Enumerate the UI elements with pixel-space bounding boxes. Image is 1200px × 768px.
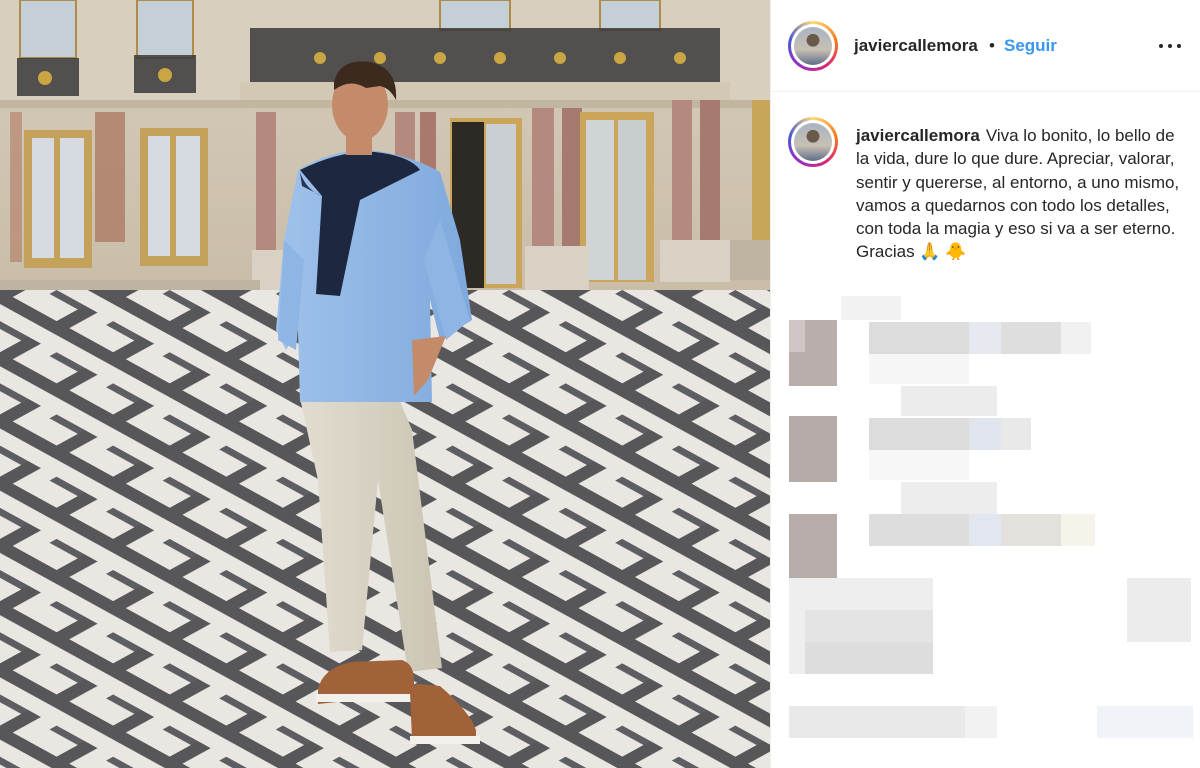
separator-dot: • bbox=[989, 36, 995, 55]
caption-text: Viva lo bonito, lo bello de la vida, dur… bbox=[856, 126, 1180, 262]
blurred-avatar bbox=[789, 416, 837, 482]
blurred-avatar bbox=[789, 514, 837, 578]
follow-button[interactable]: Seguir bbox=[1004, 36, 1057, 56]
caption-username[interactable]: javiercallemora bbox=[856, 126, 980, 145]
blurred-text bbox=[869, 514, 969, 546]
blurred-text bbox=[789, 706, 965, 738]
blurred-text bbox=[869, 322, 969, 354]
post-photo[interactable] bbox=[0, 0, 770, 768]
post-header: javiercallemora • Seguir bbox=[771, 0, 1200, 92]
avatar[interactable] bbox=[788, 21, 838, 71]
photo-scene bbox=[0, 0, 770, 768]
caption-avatar-image bbox=[794, 123, 832, 161]
more-horizontal-icon[interactable] bbox=[1157, 32, 1183, 58]
caption-avatar[interactable] bbox=[788, 117, 838, 167]
avatar-image bbox=[794, 27, 832, 65]
blurred-text bbox=[869, 418, 969, 450]
caption: javiercallemora Viva lo bonito, lo bello … bbox=[856, 124, 1186, 264]
post-sidebar: javiercallemora • Seguir javiercallemora… bbox=[770, 0, 1200, 768]
username-link[interactable]: javiercallemora bbox=[854, 36, 978, 56]
